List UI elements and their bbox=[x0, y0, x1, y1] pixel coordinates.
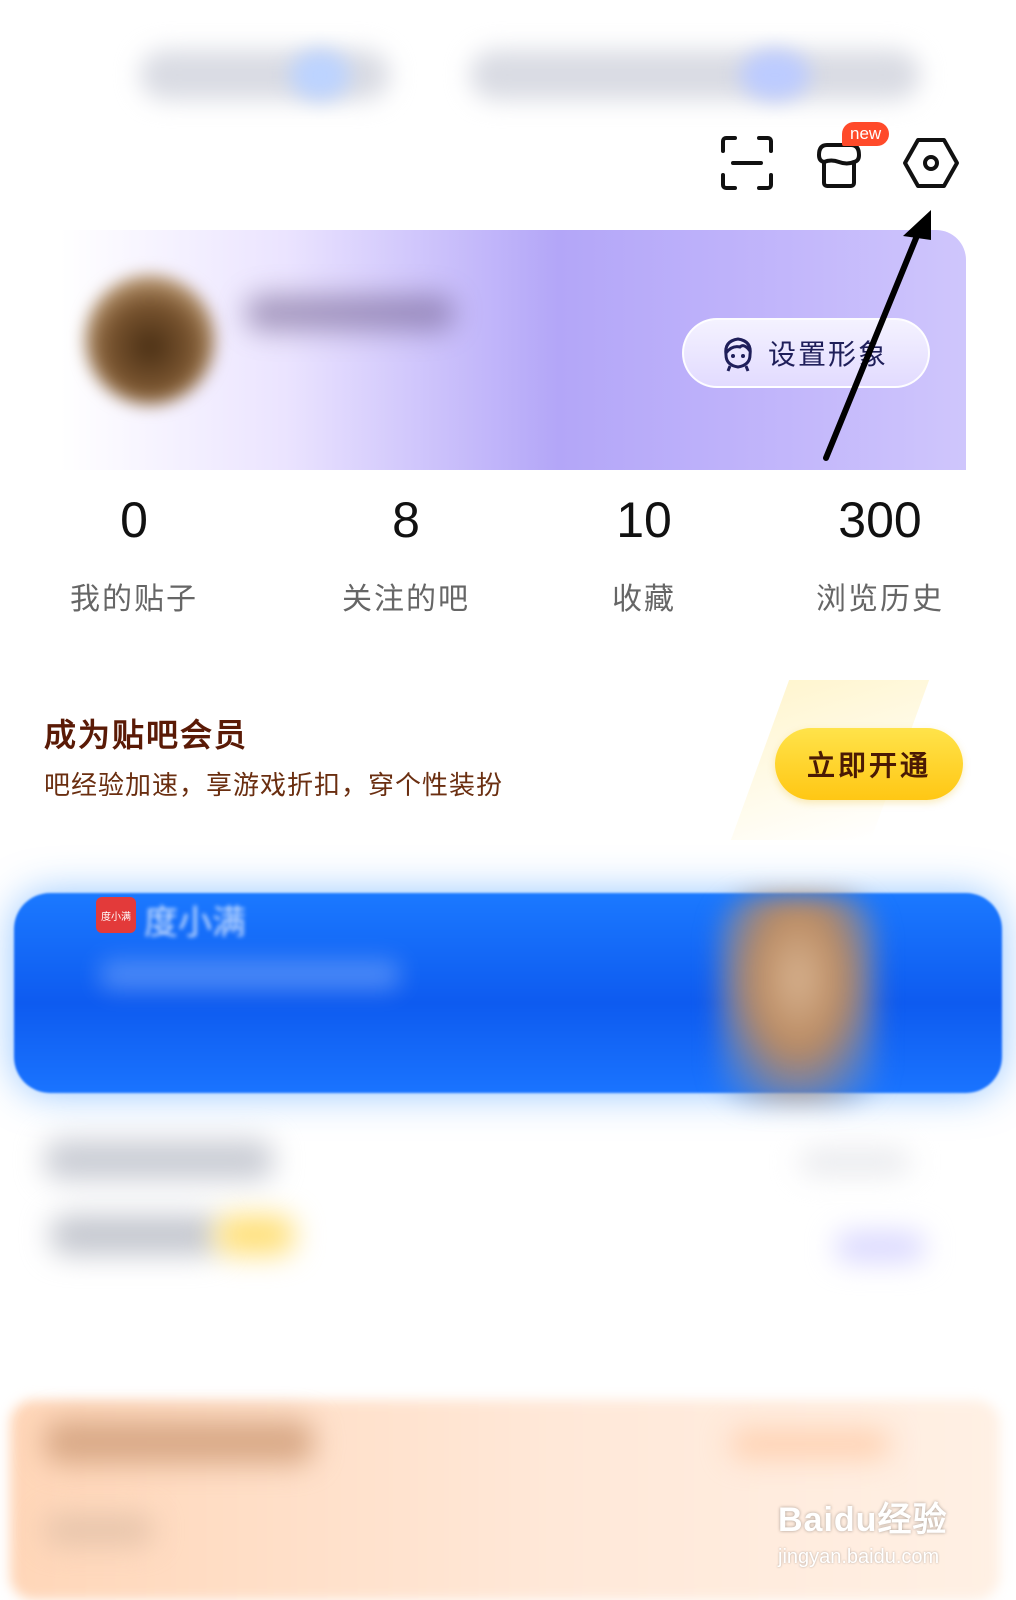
ad-brand-name: 度小满 bbox=[144, 903, 246, 943]
membership-subtitle: 吧经验加速，享游戏折扣，穿个性装扮 bbox=[44, 771, 504, 801]
stat-followed-bars[interactable]: 8 关注的吧 bbox=[306, 490, 506, 618]
blurred-pill-left bbox=[140, 50, 390, 100]
stat-favorites[interactable]: 10 收藏 bbox=[544, 490, 744, 618]
blurred-row-tag bbox=[215, 1215, 295, 1255]
blurred-row-title bbox=[44, 1140, 274, 1180]
avatar[interactable] bbox=[85, 275, 215, 405]
stat-history[interactable]: 300 浏览历史 bbox=[780, 490, 980, 618]
blurred-dot-right bbox=[740, 50, 810, 100]
blurred-card-title bbox=[44, 1420, 314, 1464]
stat-label: 我的贴子 bbox=[70, 582, 198, 617]
stat-label: 浏览历史 bbox=[816, 582, 944, 617]
settings-icon[interactable] bbox=[896, 128, 966, 198]
stat-value: 0 bbox=[120, 492, 148, 548]
baidu-watermark: Baidu经验 jingyan.baidu.com bbox=[778, 1492, 998, 1592]
blurred-row-text bbox=[50, 1215, 220, 1255]
stat-my-posts[interactable]: 0 我的贴子 bbox=[34, 490, 234, 618]
set-avatar-button[interactable]: 设置形象 bbox=[682, 318, 930, 388]
shop-icon[interactable]: new bbox=[804, 122, 890, 198]
activate-now-button[interactable]: 立即开通 bbox=[775, 728, 963, 800]
watermark-main: Baidu经验 bbox=[778, 1501, 948, 1539]
stat-value: 10 bbox=[616, 492, 672, 548]
blurred-dot-left bbox=[290, 50, 350, 100]
blurred-card-meta bbox=[730, 1430, 890, 1458]
top-toolbar: new bbox=[700, 122, 1000, 198]
new-badge: new bbox=[842, 122, 890, 146]
ad-blurred-text bbox=[100, 960, 400, 990]
ad-brand-logo: 度小满 bbox=[96, 897, 136, 933]
membership-title: 成为贴吧会员 bbox=[44, 716, 249, 754]
watermark-sub: jingyan.baidu.com bbox=[778, 1546, 940, 1568]
stat-label: 关注的吧 bbox=[342, 582, 470, 617]
stat-label: 收藏 bbox=[612, 582, 676, 617]
username-blurred bbox=[245, 295, 455, 331]
blurred-row-meta bbox=[800, 1150, 910, 1174]
status-bar-blurred bbox=[0, 30, 1016, 120]
membership-card[interactable]: 成为贴吧会员 吧经验加速，享游戏折扣，穿个性装扮 立即开通 bbox=[0, 680, 1016, 840]
ad-crown-image bbox=[718, 895, 878, 1105]
set-avatar-label: 设置形象 bbox=[768, 338, 889, 371]
blurred-pill-right bbox=[470, 50, 920, 100]
blurred-card-text bbox=[44, 1515, 154, 1545]
stat-value: 300 bbox=[838, 492, 922, 548]
avatar-face-icon bbox=[724, 337, 752, 372]
scan-icon-svg bbox=[721, 136, 773, 190]
settings-icon-svg bbox=[903, 138, 959, 188]
blurred-row-button bbox=[835, 1232, 925, 1262]
scan-icon[interactable] bbox=[712, 128, 782, 198]
stat-value: 8 bbox=[392, 492, 420, 548]
